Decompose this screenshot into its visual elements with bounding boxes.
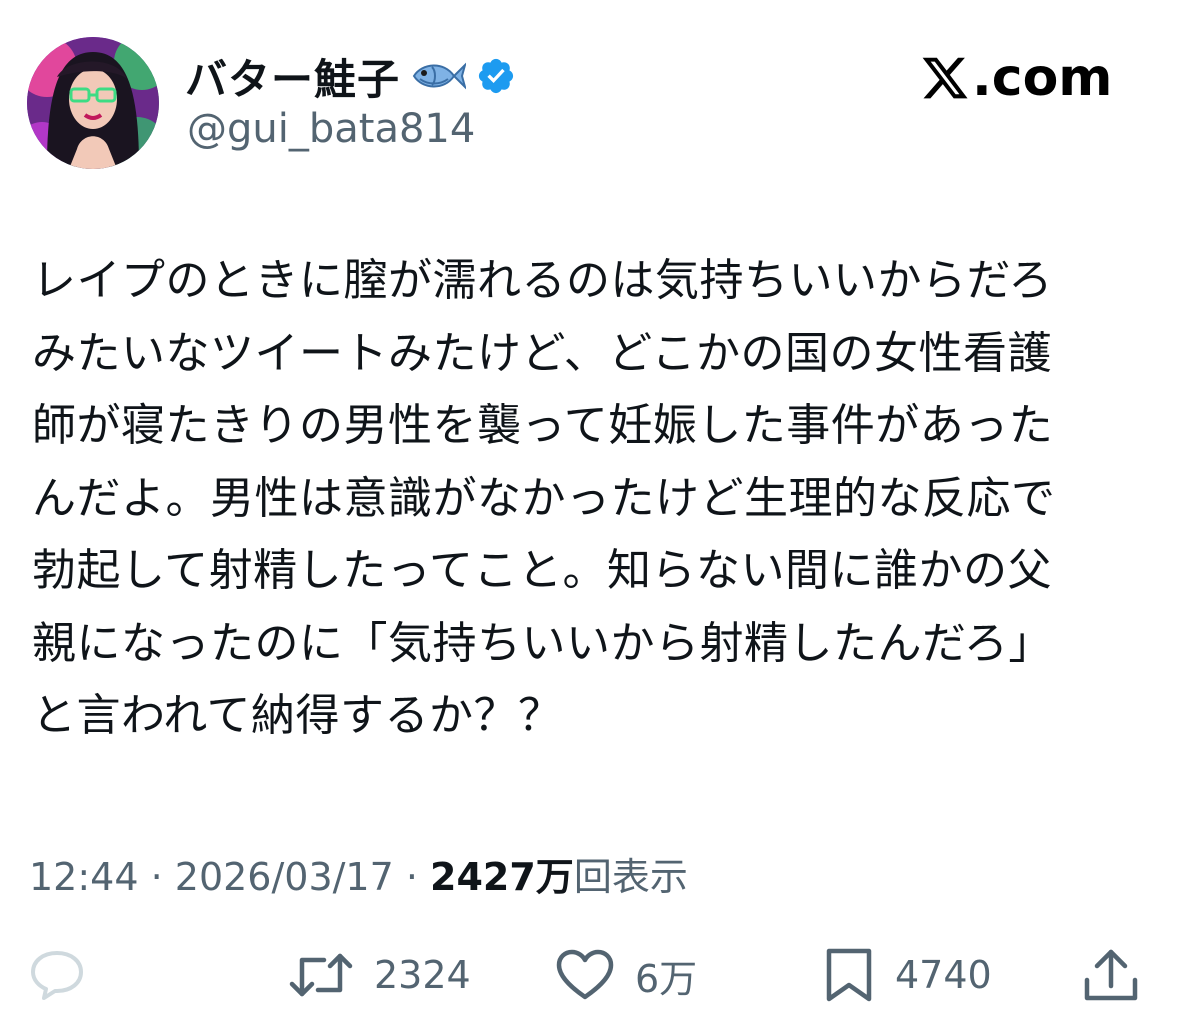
- share-icon: [1084, 949, 1138, 1001]
- retweet-count: 2324: [374, 953, 471, 997]
- reply-button[interactable]: [28, 940, 86, 1010]
- tweet-text: レイプのときに膣が濡れるのは気持ちいいからだろ みたいなツイートみたけど、どこか…: [32, 245, 1132, 753]
- like-button[interactable]: 6万: [555, 940, 697, 1010]
- tweet-meta: 12:44 · 2026/03/17 · 2427万回表示: [29, 846, 688, 901]
- share-button[interactable]: [1083, 940, 1139, 1010]
- tweet-line: んだよ。男性は意識がなかったけど生理的な反応で: [32, 472, 1056, 524]
- tweet-line: みたいなツイートみたけど、どこかの国の女性看護: [32, 327, 1052, 379]
- heart-icon: [556, 949, 614, 1000]
- tweet-line: と言われて納得するか？？: [32, 690, 563, 741]
- tweet-date[interactable]: 2026/03/17: [175, 855, 394, 899]
- author-name-row: バター鮭子: [185, 48, 516, 104]
- reply-icon: [31, 951, 83, 1000]
- brand-label: .com: [972, 48, 1113, 108]
- bookmark-icon: [826, 948, 872, 1002]
- retweet-button[interactable]: 2324: [288, 940, 471, 1010]
- display-name[interactable]: バター鮭子: [185, 46, 400, 107]
- brand-watermark: .com: [920, 48, 1113, 108]
- tweet-line: 師が寝たきりの男性を襲って妊娠した事件があった: [32, 400, 1054, 451]
- avatar-illustration: [27, 37, 159, 169]
- action-bar: 2324 6万 4740: [0, 940, 1179, 1010]
- x-logo-icon: [922, 57, 968, 99]
- author-handle[interactable]: @gui_bata814: [187, 106, 475, 152]
- bookmark-button[interactable]: 4740: [823, 940, 992, 1010]
- meta-separator: ·: [393, 855, 431, 899]
- verified-badge-icon[interactable]: [476, 56, 516, 96]
- avatar[interactable]: [27, 37, 159, 169]
- retweet-icon: [289, 953, 353, 997]
- tweet-line: 勃起して射精したってこと。知らない間に誰かの父: [32, 545, 1052, 596]
- bookmark-count: 4740: [895, 953, 992, 997]
- fish-icon: [412, 62, 467, 90]
- tweet-line: 親になったのに「気持ちいいから射精したんだろ」: [32, 617, 1053, 669]
- like-count: 6万: [635, 956, 698, 1001]
- tweet-line: レイプのときに膣が濡れるのは気持ちいいからだろ: [32, 255, 1053, 306]
- views-label[interactable]: 回表示: [574, 855, 688, 899]
- meta-separator: ·: [138, 855, 175, 899]
- tweet-time[interactable]: 12:44: [29, 855, 139, 899]
- views-count[interactable]: 2427万: [430, 855, 574, 899]
